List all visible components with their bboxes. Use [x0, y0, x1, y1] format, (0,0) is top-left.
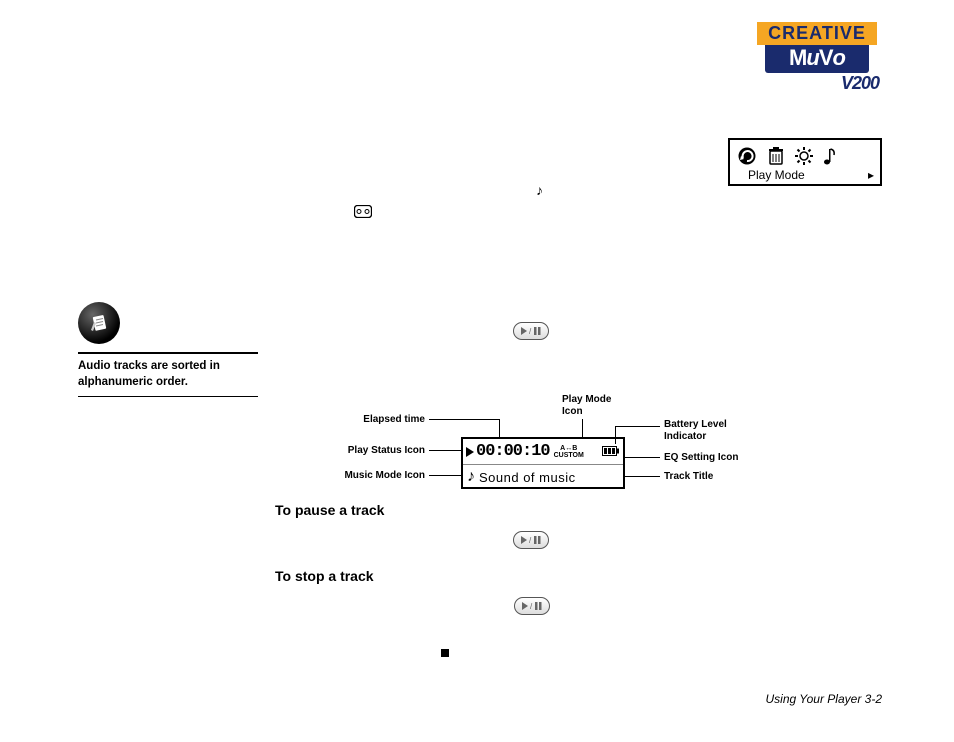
- brand-name: CREATIVE: [757, 22, 877, 45]
- lcd-top-row: 00:00:10 A↔B CUSTOM: [463, 439, 623, 465]
- eq-indicator: CUSTOM: [554, 452, 584, 459]
- label-track-title: Track Title: [664, 471, 713, 483]
- divider: [78, 352, 258, 354]
- eq-playmode-stack: A↔B CUSTOM: [554, 445, 584, 459]
- trash-icon: [767, 146, 785, 166]
- heading-pause: To pause a track: [275, 502, 384, 518]
- heading-stop: To stop a track: [275, 568, 374, 584]
- play-pause-button: /: [513, 531, 549, 549]
- page-footer: Using Your Player 3-2: [765, 692, 882, 706]
- callout-line: [615, 426, 660, 427]
- lcd-display: 00:00:10 A↔B CUSTOM ♪ Sound of music: [461, 437, 625, 489]
- track-title: Sound of music: [479, 470, 576, 485]
- product-name: MuVo: [765, 45, 869, 73]
- callout-line: [499, 419, 500, 439]
- play-pause-button: /: [514, 597, 550, 615]
- stop-icon: [441, 649, 449, 657]
- playmode-icon-row: [730, 140, 880, 168]
- label-play-mode: Play Mode Icon: [562, 394, 611, 418]
- svg-text:/: /: [529, 327, 532, 336]
- elapsed-time: 00:00:10: [476, 442, 550, 461]
- svg-text:/: /: [529, 536, 532, 545]
- divider: [78, 396, 258, 397]
- battery-icon: [602, 443, 620, 461]
- music-note-icon: ♪: [536, 182, 543, 198]
- play-pause-button: /: [513, 322, 549, 340]
- callout-line: [429, 450, 463, 451]
- label-battery: Battery Level Indicator: [664, 419, 727, 443]
- repeat-icon: [736, 146, 758, 166]
- svg-text:/: /: [530, 602, 533, 611]
- sidebar-note: Audio tracks are sorted in alphanumeric …: [78, 302, 260, 397]
- gear-icon: [794, 146, 814, 166]
- playmode-arrow-icon: ▸: [868, 168, 874, 182]
- brand-logo: CREATIVE MuVo V200: [752, 22, 882, 94]
- callout-line: [429, 419, 499, 420]
- playmode-menu: Play Mode ▸: [728, 138, 882, 186]
- label-elapsed: Elapsed time: [350, 414, 425, 426]
- sidebar-note-text: Audio tracks are sorted in alphanumeric …: [78, 358, 260, 390]
- music-mode-icon: ♪: [467, 468, 475, 486]
- lcd-bottom-row: ♪ Sound of music: [463, 465, 623, 489]
- playmode-label: Play Mode: [748, 168, 805, 182]
- label-eq: EQ Setting Icon: [664, 452, 738, 464]
- playmode-label-row: Play Mode ▸: [730, 168, 880, 184]
- playmode-indicator: A↔B: [554, 445, 584, 452]
- notepad-icon: [78, 302, 120, 344]
- callout-line: [429, 475, 463, 476]
- callout-line: [582, 419, 583, 439]
- callout-line: [624, 457, 660, 458]
- callout-line: [624, 476, 660, 477]
- music-note-icon: [823, 146, 837, 166]
- cassette-icon: [354, 205, 372, 223]
- label-play-status: Play Status Icon: [335, 445, 425, 457]
- play-status-icon: [466, 447, 474, 457]
- model-name: V200: [755, 73, 879, 94]
- callout-line: [615, 426, 616, 444]
- label-music-mode: Music Mode Icon: [335, 470, 425, 482]
